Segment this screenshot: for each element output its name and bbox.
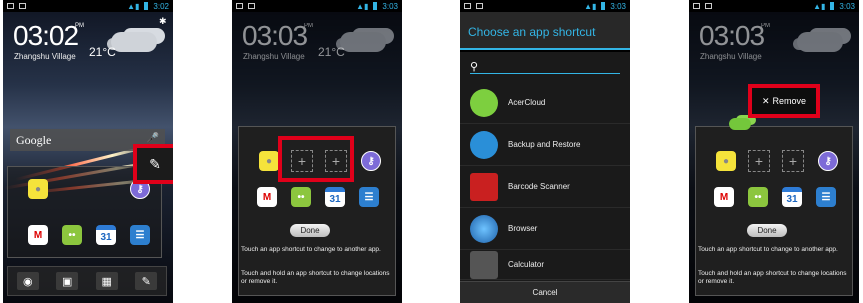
list-item[interactable]: AcerCloud <box>460 82 630 124</box>
clock-time[interactable]: 03:02 <box>13 20 79 52</box>
done-button[interactable]: Done <box>747 224 787 237</box>
clock-ampm: PM <box>761 23 770 29</box>
clock-ampm: PM <box>304 23 313 29</box>
calendar-icon[interactable]: 31 <box>325 187 345 207</box>
status-bar: ▲▮ 3:02 <box>3 0 173 12</box>
gmail-icon[interactable]: M <box>714 187 734 207</box>
phone-screen-remove: ▲▮ 3:03 03:03 PM Zhangshu Village ● + + … <box>689 0 859 303</box>
browser-icon <box>470 214 498 243</box>
key-app-icon[interactable]: ⚷ <box>818 151 838 171</box>
list-item[interactable]: Backup and Restore <box>460 124 630 166</box>
calculator-icon[interactable]: ▦ <box>95 272 118 290</box>
clock-time: 03:03 <box>242 20 308 51</box>
empty-slot[interactable]: + <box>782 150 804 172</box>
status-bar: ▲▮ 3:03 <box>689 0 859 12</box>
calendar-icon[interactable]: 31 <box>782 187 802 207</box>
done-button[interactable]: Done <box>290 224 330 237</box>
tip-change-app: Touch an app shortcut to change to anoth… <box>698 246 838 253</box>
highlight-empty-slots <box>278 136 354 182</box>
phone-screen-edit: ▲▮ 3:03 03:03 PM Zhangshu Village 21°C ●… <box>232 0 402 303</box>
gmail-icon[interactable]: M <box>28 225 48 245</box>
status-time: 3:03 <box>610 1 626 11</box>
settings-app-icon[interactable]: ☰ <box>816 187 836 207</box>
battery-icon <box>601 2 606 10</box>
calculator-icon <box>470 250 498 279</box>
status-bar: ▲▮ 3:03 <box>460 0 630 12</box>
weather-cloud-icon <box>340 32 386 52</box>
dragged-acercloud-icon[interactable] <box>729 118 751 130</box>
battery-icon <box>830 2 835 10</box>
empty-slot[interactable]: + <box>748 150 770 172</box>
cancel-button[interactable]: Cancel <box>460 281 630 303</box>
list-item[interactable]: Barcode Scanner <box>460 166 630 208</box>
signal-icon: ▲▮ <box>356 1 369 11</box>
signal-icon: ▲▮ <box>584 1 597 11</box>
weather-cloud-icon <box>111 32 157 52</box>
status-bar: ▲▮ 3:03 <box>232 0 402 12</box>
backup-icon <box>470 130 498 159</box>
phone-screen-chooser: ▲▮ 3:03 Choose an app shortcut ⚲ AcerClo… <box>460 0 630 303</box>
battery-icon <box>373 2 378 10</box>
list-item[interactable]: Browser <box>460 208 630 250</box>
remove-target[interactable]: ✕ Remove <box>748 84 820 118</box>
lightbulb-icon[interactable]: ● <box>716 151 736 171</box>
barcode-icon <box>470 172 498 201</box>
tip-change-app: Touch an app shortcut to change to anoth… <box>241 246 381 253</box>
remove-label: Remove <box>772 96 807 106</box>
chooser-list: ⚲ AcerCloud Backup and Restore Barcode S… <box>460 52 630 281</box>
list-item[interactable]: Calculator <box>460 250 630 280</box>
microphone-icon[interactable]: 🎤 <box>147 133 159 144</box>
chooser-title: Choose an app shortcut <box>460 12 630 50</box>
key-app-icon[interactable]: ⚷ <box>361 151 381 171</box>
search-icon: ⚲ <box>470 61 479 73</box>
weather-temperature: 21°C <box>89 45 116 59</box>
weather-location: Zhangshu Village <box>243 52 305 61</box>
close-icon: ✕ <box>761 95 770 106</box>
gmail-icon[interactable]: M <box>257 187 277 207</box>
settings-app-icon[interactable]: ☰ <box>359 187 379 207</box>
settings-app-icon[interactable]: ☰ <box>130 225 150 245</box>
notes-icon[interactable]: ✎ <box>135 272 158 290</box>
status-time: 3:03 <box>382 1 398 11</box>
status-time: 3:02 <box>153 1 169 11</box>
android-icon[interactable]: •• <box>291 187 311 207</box>
gallery-icon[interactable]: ▣ <box>56 272 79 290</box>
signal-icon: ▲▮ <box>813 1 826 11</box>
weather-cloud-icon <box>797 32 843 52</box>
clock-ampm: PM <box>75 23 84 29</box>
weather-location: Zhangshu Village <box>700 52 762 61</box>
acercloud-icon <box>470 88 498 117</box>
lightbulb-icon[interactable]: ● <box>259 151 279 171</box>
camera-icon[interactable]: ◉ <box>16 272 39 290</box>
tip-move-app: Touch and hold an app shortcut to change… <box>698 270 847 285</box>
search-input[interactable]: ⚲ <box>470 60 620 74</box>
edit-widget-button[interactable]: ✎ <box>133 144 173 184</box>
status-time: 3:03 <box>839 1 855 11</box>
tip-move-app: Touch and hold an app shortcut to change… <box>241 270 390 285</box>
battery-icon <box>144 2 149 10</box>
gear-icon[interactable]: ✱ <box>159 16 167 27</box>
signal-icon: ▲▮ <box>127 1 140 11</box>
image-notification-icon <box>19 3 26 9</box>
dock-bar: ◉ ▣ ▦ ✎ <box>7 266 167 296</box>
weather-temperature: 21°C <box>318 45 345 59</box>
phone-screen-home: ▲▮ 3:02 03:02 PM Zhangshu Village 21°C ✱… <box>3 0 173 303</box>
pencil-icon: ✎ <box>149 155 161 172</box>
weather-location: Zhangshu Village <box>14 52 76 61</box>
android-icon[interactable]: •• <box>62 225 82 245</box>
calendar-icon[interactable]: 31 <box>96 225 116 245</box>
android-icon[interactable]: •• <box>748 187 768 207</box>
email-notification-icon <box>7 3 14 9</box>
google-label: Google <box>16 133 52 147</box>
lightbulb-icon[interactable]: ● <box>28 179 48 199</box>
clock-time: 03:03 <box>699 20 765 51</box>
